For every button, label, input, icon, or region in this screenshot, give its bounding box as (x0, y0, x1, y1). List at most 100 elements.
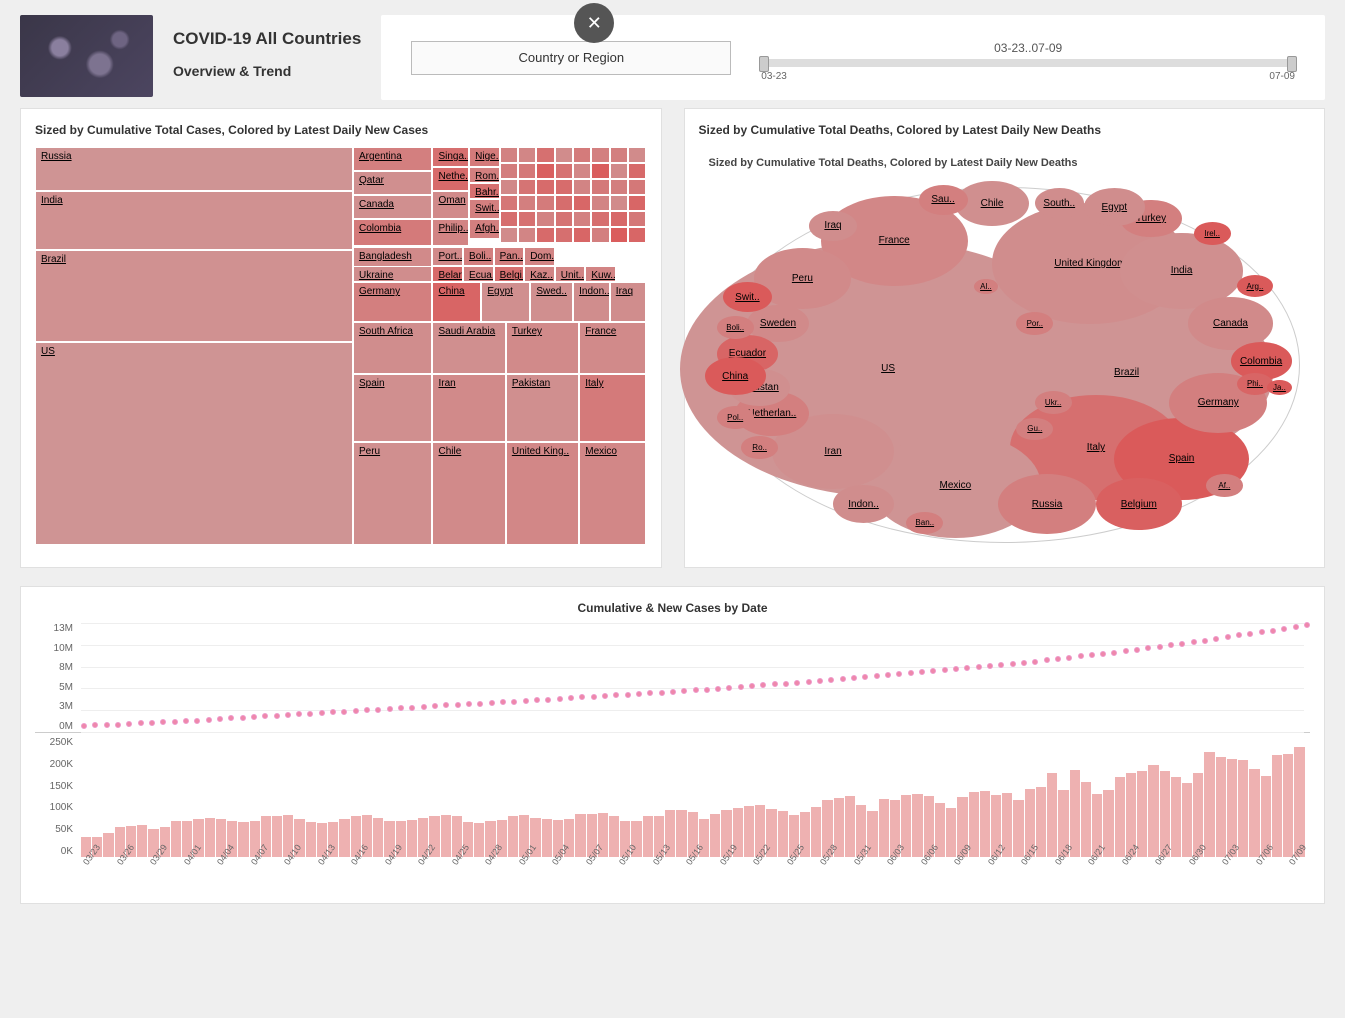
line-point[interactable] (568, 695, 574, 701)
treemap-cell-small[interactable] (518, 227, 536, 243)
treemap-cell[interactable]: Italy (579, 374, 646, 442)
bubble-item[interactable]: Sau.. (919, 185, 968, 215)
bubble-item[interactable]: Boli.. (717, 316, 754, 339)
treemap-cell-small[interactable] (518, 179, 536, 195)
treemap-cell[interactable]: Turkey (506, 322, 579, 374)
bubble-item[interactable]: Belgium (1096, 478, 1182, 531)
bubble-item[interactable]: Ban.. (906, 512, 943, 535)
line-point[interactable] (138, 720, 144, 726)
treemap-cell[interactable]: Brazil (35, 250, 353, 342)
treemap-cell[interactable]: Philip.. (432, 219, 469, 247)
line-point[interactable] (1247, 631, 1253, 637)
treemap-cell-small[interactable] (518, 163, 536, 179)
line-point[interactable] (659, 690, 665, 696)
line-point[interactable] (364, 707, 370, 713)
treemap-cell[interactable]: Nige.. (469, 147, 500, 167)
line-point[interactable] (794, 680, 800, 686)
treemap-cell[interactable]: Port.. (432, 247, 463, 267)
line-point[interactable] (1293, 624, 1299, 630)
line-point[interactable] (930, 668, 936, 674)
treemap-cell[interactable]: Rom.. (469, 167, 500, 183)
line-point[interactable] (375, 707, 381, 713)
line-point[interactable] (330, 709, 336, 715)
treemap-cell-small[interactable] (555, 147, 573, 163)
line-point[interactable] (783, 681, 789, 687)
treemap-cell[interactable]: France (579, 322, 646, 374)
treemap-cell[interactable]: Iran (432, 374, 505, 442)
bubble-item[interactable]: Ro.. (741, 436, 778, 459)
line-point[interactable] (307, 711, 313, 717)
line-point[interactable] (160, 719, 166, 725)
line-point[interactable] (828, 677, 834, 683)
treemap-cell[interactable]: South Africa (353, 322, 432, 374)
treemap-cell[interactable]: Swed.. (530, 282, 573, 322)
bubble-item[interactable]: Gu.. (1016, 418, 1053, 441)
treemap-cell-small[interactable] (573, 179, 591, 195)
line-point[interactable] (240, 715, 246, 721)
bar-item[interactable] (1238, 760, 1248, 857)
line-point[interactable] (726, 685, 732, 691)
treemap-cell[interactable]: Swit.. (469, 199, 500, 219)
line-point[interactable] (81, 723, 87, 729)
treemap-cell[interactable]: Colombia (353, 219, 432, 247)
treemap-cell[interactable]: Boli.. (463, 247, 494, 267)
treemap-cell[interactable]: Mexico (579, 442, 646, 545)
bar-item[interactable] (845, 796, 855, 857)
treemap-cell[interactable]: Dom.. (524, 247, 555, 267)
treemap-cell-small[interactable] (536, 195, 554, 211)
bar-item[interactable] (1081, 782, 1091, 857)
treemap-cell-small[interactable] (628, 227, 646, 243)
line-point[interactable] (987, 663, 993, 669)
treemap-cell-small[interactable] (610, 163, 628, 179)
bar-item[interactable] (643, 816, 653, 857)
treemap-cell[interactable]: Argentina (353, 147, 432, 171)
bar-item[interactable] (1249, 769, 1259, 857)
line-point[interactable] (1032, 659, 1038, 665)
bar-item[interactable] (912, 794, 922, 857)
bar-item[interactable] (508, 816, 518, 857)
bubble-item[interactable]: Irel.. (1194, 222, 1231, 245)
line-point[interactable] (194, 718, 200, 724)
cumulative-line-chart[interactable]: 13M10M8M5M3M0M (35, 623, 1310, 733)
line-point[interactable] (534, 697, 540, 703)
treemap-cell[interactable]: United King.. (506, 442, 579, 545)
treemap-cell-small[interactable] (536, 147, 554, 163)
bar-item[interactable] (811, 807, 821, 857)
treemap-cell[interactable]: Russia (35, 147, 353, 191)
line-point[interactable] (1089, 652, 1095, 658)
treemap-cell-small[interactable] (500, 163, 518, 179)
line-point[interactable] (172, 719, 178, 725)
treemap-cell-small[interactable] (500, 211, 518, 227)
treemap-cell-small[interactable] (518, 195, 536, 211)
treemap-cell-small[interactable] (591, 227, 609, 243)
close-button[interactable]: ✕ (574, 3, 614, 43)
treemap-cell-small[interactable] (573, 147, 591, 163)
treemap-cell[interactable]: Chile (432, 442, 505, 545)
line-point[interactable] (523, 698, 529, 704)
treemap-cell-small[interactable] (610, 227, 628, 243)
line-point[interactable] (353, 708, 359, 714)
line-point[interactable] (466, 701, 472, 707)
bar-item[interactable] (609, 816, 619, 857)
treemap-cell-small[interactable] (555, 211, 573, 227)
treemap-cell[interactable]: Qatar (353, 171, 432, 195)
treemap-cell-small[interactable] (628, 195, 646, 211)
treemap-cell[interactable]: Ecua.. (463, 266, 494, 282)
line-point[interactable] (489, 700, 495, 706)
treemap-cell-small[interactable] (536, 211, 554, 227)
bubble-item[interactable]: Al.. (974, 279, 998, 294)
deaths-bubble-chart[interactable]: USBrazilUnited KingdomItalyMexicoFranceS… (699, 177, 1311, 553)
line-point[interactable] (104, 722, 110, 728)
treemap-cell-small[interactable] (518, 211, 536, 227)
line-point[interactable] (1066, 655, 1072, 661)
line-point[interactable] (1270, 628, 1276, 634)
line-point[interactable] (1191, 639, 1197, 645)
line-point[interactable] (1236, 632, 1242, 638)
treemap-cell[interactable]: Peru (353, 442, 432, 545)
treemap-cell-small[interactable] (591, 195, 609, 211)
line-point[interactable] (908, 670, 914, 676)
line-point[interactable] (1304, 622, 1310, 628)
line-point[interactable] (206, 717, 212, 723)
treemap-cell-small[interactable] (518, 147, 536, 163)
treemap-cell[interactable]: Unit.. (555, 266, 586, 282)
